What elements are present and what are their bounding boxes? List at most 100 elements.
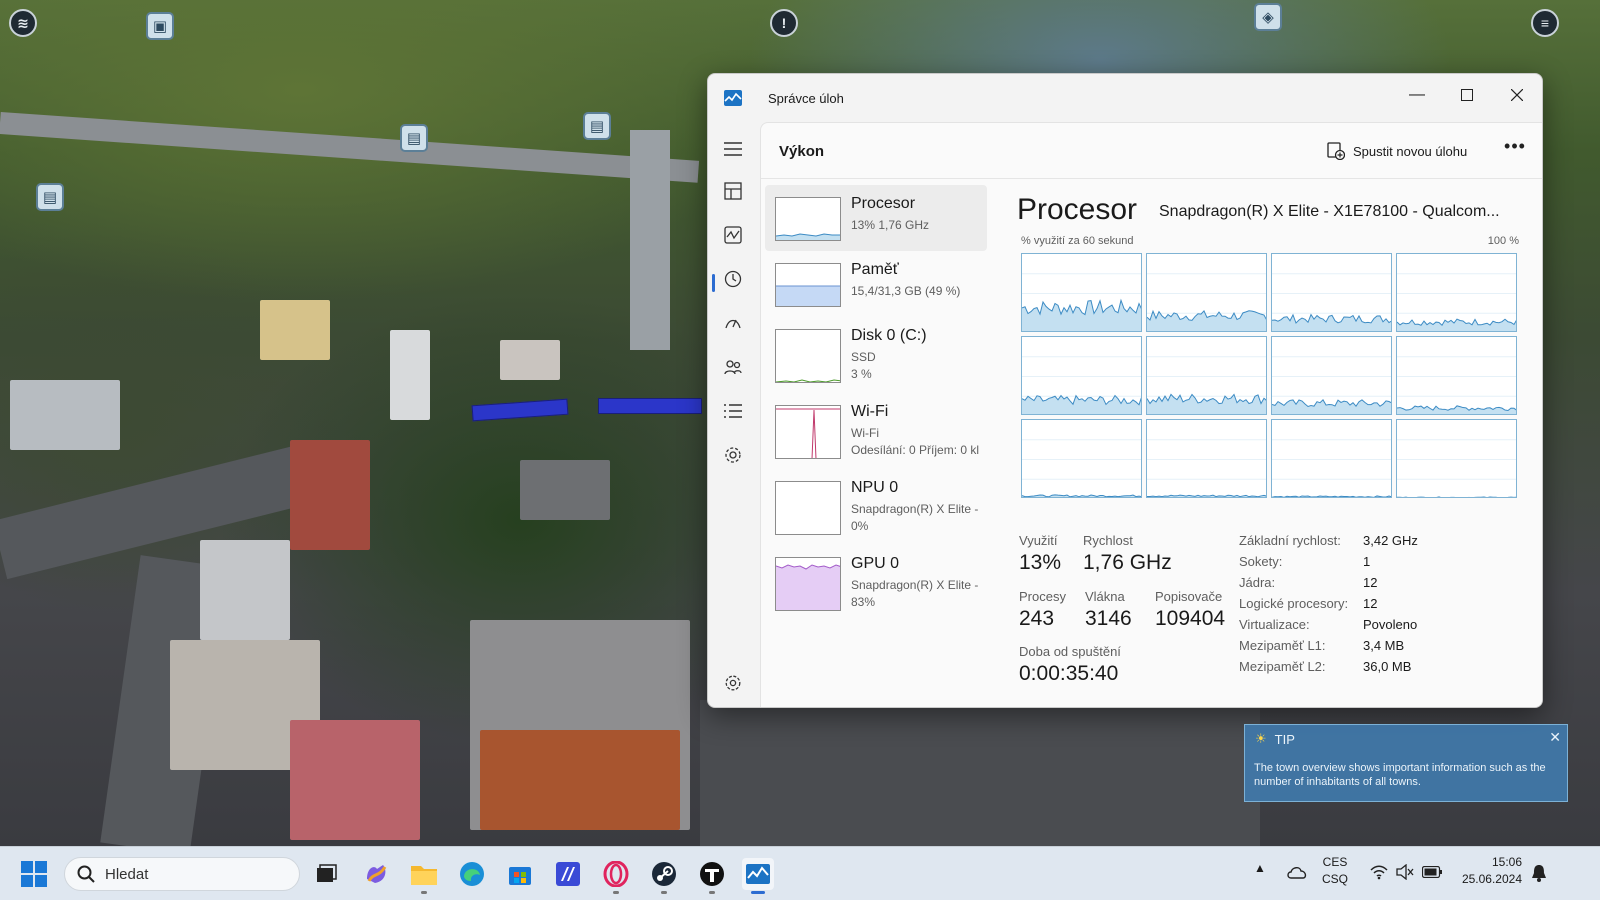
road [700, 700, 1260, 846]
building [480, 730, 680, 830]
spec-key: Logické procesory: [1239, 596, 1349, 611]
truck-station-marker[interactable]: ▤ [400, 124, 428, 152]
perf-item-memory[interactable]: Paměť 15,4/31,3 GB (49 %) [765, 251, 987, 317]
settings-gear-icon[interactable] [722, 672, 744, 694]
perf-item-subtitle: Snapdragon(R) X Elite - [851, 502, 979, 516]
file-explorer-app[interactable] [408, 858, 440, 894]
threads-value: 3146 [1085, 607, 1132, 630]
show-hidden-icons-chevron-icon[interactable]: ▲ [1254, 861, 1266, 875]
tip-close-icon[interactable]: ✕ [1549, 729, 1561, 746]
keyboard-layout: CSQ [1322, 872, 1349, 886]
close-button[interactable] [1494, 80, 1540, 110]
perf-item-name: Procesor [851, 195, 916, 212]
run-new-task-label: Spustit novou úlohu [1353, 143, 1468, 159]
t-app-icon [700, 862, 724, 886]
users-icon[interactable] [722, 356, 744, 378]
windows-start-icon[interactable] [20, 860, 48, 888]
graph-label: % využití za 60 sekund [1021, 235, 1134, 247]
onedrive-cloud-icon[interactable] [1286, 865, 1308, 879]
perf-item-subtitle: 83% [851, 595, 876, 609]
spec-value: 36,0 MB [1363, 659, 1412, 674]
microsoft-store-app[interactable] [504, 858, 536, 890]
copilot-app[interactable] [360, 858, 392, 890]
perf-item-subtitle: Snapdragon(R) X Elite - [851, 578, 979, 592]
notification-bell-icon[interactable] [1530, 863, 1548, 883]
startup-apps-icon[interactable] [722, 312, 744, 334]
visual-studio-app[interactable] [552, 858, 584, 890]
alert-button[interactable]: ! [770, 9, 798, 37]
search-placeholder: Hledat [105, 865, 149, 883]
core-graph-grid [1021, 253, 1517, 501]
system-clock[interactable]: 15:06 25.06.2024 [1454, 854, 1522, 888]
app-history-icon[interactable] [722, 268, 744, 290]
maximize-button[interactable] [1444, 80, 1490, 110]
cpu-core-graph [1396, 419, 1517, 498]
search-icon [77, 865, 95, 883]
perf-item-subtitle: 0% [851, 519, 869, 533]
cpu-core-graph [1271, 253, 1392, 332]
building [290, 720, 420, 840]
steam-app[interactable] [648, 858, 680, 894]
detail-title: Procesor [1017, 193, 1138, 226]
title-bar[interactable]: Správce úloh — [708, 74, 1542, 122]
taskbar-search-box[interactable]: Hledat [64, 857, 300, 891]
menu-button[interactable]: ≡ [1531, 9, 1559, 37]
perf-item-name: NPU 0 [851, 479, 899, 496]
nav-rail [708, 122, 760, 707]
task-view-icon [317, 864, 337, 882]
content-pane: Výkon Spustit novou úlohu ••• Procesor 1… [760, 122, 1542, 707]
opera-app[interactable] [600, 858, 632, 894]
cpu-core-graph [1396, 336, 1517, 415]
wifi-icon[interactable] [1370, 864, 1388, 880]
hamburger-menu-icon[interactable] [722, 138, 744, 160]
processes-icon[interactable] [722, 180, 744, 202]
perf-item-wifi[interactable]: Wi-Fi Wi-Fi Odesílání: 0 Příjem: 0 kl [765, 393, 987, 459]
handles-label: Popisovače [1155, 589, 1223, 604]
spec-value: 12 [1363, 596, 1378, 611]
building [260, 300, 330, 360]
perf-item-disk[interactable]: Disk 0 (C:) SSD 3 % [765, 317, 987, 383]
tram[interactable] [598, 398, 702, 414]
page-title: Výkon [779, 143, 825, 160]
lightbulb-icon: ☀ [1255, 731, 1267, 746]
more-options-button[interactable]: ••• [1501, 137, 1529, 163]
speed-label: Rychlost [1083, 533, 1133, 548]
details-icon[interactable] [722, 400, 744, 422]
cpu-core-graph [1146, 336, 1267, 415]
spec-key: Mezipaměť L1: [1239, 638, 1326, 653]
run-new-task-button[interactable]: Spustit novou úlohu [1327, 139, 1467, 163]
truck-station-marker[interactable]: ▤ [583, 112, 611, 140]
services-icon[interactable] [722, 444, 744, 466]
minimize-button[interactable]: — [1394, 80, 1440, 110]
store-icon [509, 867, 531, 885]
volume-muted-icon[interactable] [1396, 864, 1414, 880]
truck-station-marker[interactable]: ▤ [36, 183, 64, 211]
task-manager-app[interactable] [742, 858, 774, 894]
perf-item-gpu[interactable]: GPU 0 Snapdragon(R) X Elite - 83% [765, 545, 987, 611]
task-view-app[interactable] [310, 858, 342, 890]
handles-value: 109404 [1155, 607, 1226, 630]
clock-time: 15:06 [1491, 855, 1522, 869]
battery-icon[interactable] [1422, 866, 1442, 878]
input-language-indicator[interactable]: CES CSQ [1322, 854, 1348, 888]
cargo-marker[interactable]: ◈ [1254, 3, 1282, 31]
t-app[interactable] [696, 858, 728, 894]
bus-station-marker[interactable]: ▣ [146, 12, 174, 40]
tram[interactable] [471, 398, 569, 422]
uptime-value: 0:00:35:40 [1019, 662, 1119, 685]
edge-app[interactable] [456, 858, 488, 890]
nav-active-indicator [712, 274, 715, 292]
perf-item-subtitle: Odesílání: 0 Příjem: 0 kl [851, 443, 980, 457]
perf-item-name: Wi-Fi [851, 403, 889, 420]
opera-icon [603, 861, 629, 887]
perf-item-cpu[interactable]: Procesor 13% 1,76 GHz [765, 185, 987, 251]
perf-item-subtitle: Wi-Fi [851, 426, 879, 440]
new-task-icon [1327, 142, 1345, 160]
perf-item-npu[interactable]: NPU 0 Snapdragon(R) X Elite - 0% [765, 469, 987, 535]
layers-button[interactable]: ≋ [9, 9, 37, 37]
spec-key: Virtualizace: [1239, 617, 1310, 632]
clock-date: 25.06.2024 [1461, 872, 1522, 886]
cpu-model-name: Snapdragon(R) X Elite - X1E78100 - Qualc… [1159, 203, 1500, 220]
performance-icon[interactable] [722, 224, 744, 246]
threads-label: Vlákna [1085, 589, 1125, 604]
